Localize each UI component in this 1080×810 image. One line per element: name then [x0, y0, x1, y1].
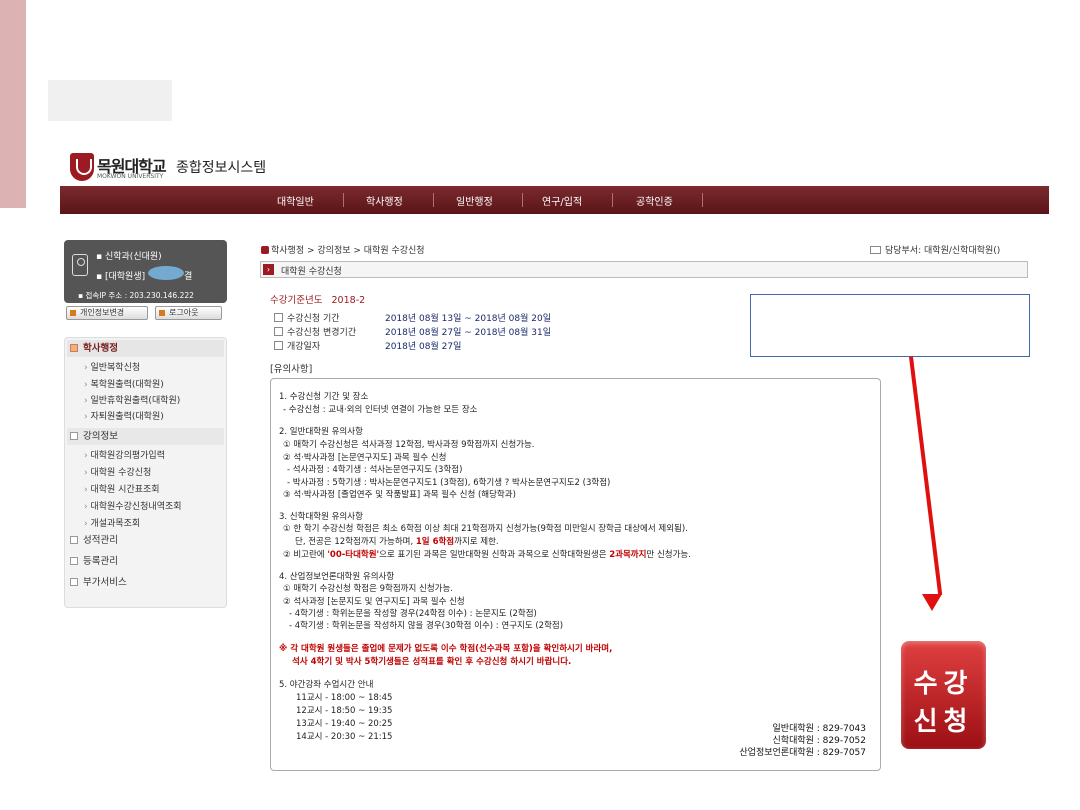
- system-title: 종합정보시스템: [176, 160, 267, 176]
- menu-item[interactable]: 일반휴학원출력(대학원): [84, 393, 180, 406]
- course-registration-button[interactable]: 수강 신청: [901, 641, 986, 749]
- nav-divider: [702, 193, 703, 207]
- ip-address: ▪ 접속IP 주소 : 203.230.146.222: [78, 291, 194, 300]
- contact-line: 산업정보언론대학원 : 829-7057: [739, 748, 866, 758]
- reg-button-line1: 수강: [913, 669, 974, 699]
- document-icon: [274, 313, 283, 322]
- user-role: ▪ [대학원생]: [96, 272, 146, 282]
- menu-item[interactable]: 자퇴원출력(대학원): [84, 409, 163, 422]
- class-time: 13교시 - 19:40 ~ 20:25: [296, 719, 393, 729]
- menu-academic[interactable]: 학사행정: [67, 340, 224, 357]
- logout-button[interactable]: 로그아웃: [155, 306, 222, 320]
- emblem-icon: [70, 153, 94, 181]
- notice-line: ① 매학기 수강신청 학점은 9학점까지 신청가능.: [283, 584, 454, 594]
- menu-extra[interactable]: 부가서비스: [67, 574, 224, 591]
- reference-year: 수강기준년도 2018-2: [270, 295, 366, 306]
- department-info: 담당부서: 대학원/신학대학원(): [870, 243, 1000, 256]
- menu-toggle-icon: [70, 344, 78, 352]
- menu-course-info[interactable]: 강의정보: [67, 428, 224, 445]
- highlight-box: [750, 294, 1030, 357]
- page-title-bar: › 대학원 수강신청: [260, 261, 1028, 278]
- menu-item[interactable]: 일반복학신청: [84, 360, 140, 373]
- gray-placeholder-box: [48, 80, 172, 121]
- home-icon: [261, 246, 269, 254]
- notice-heading: 3. 신학대학원 유의사항: [279, 512, 363, 522]
- user-dept: ▪ 신학과(신대원): [96, 252, 162, 262]
- menu-item[interactable]: 대학원 시간표조회: [84, 482, 159, 495]
- notes-title: [유의사항]: [270, 364, 313, 375]
- notice-line: 단, 전공은 12학점까지 가능하며, 1일 6학점까지로 제한.: [295, 537, 499, 547]
- notice-line: ① 매학기 수강신청은 석사과정 12학점, 박사과정 9학점까지 신청가능.: [283, 440, 535, 450]
- notice-heading: 4. 산업정보언론대학원 유의사항: [279, 572, 395, 582]
- period-row-label: 수강신청 변경기간: [274, 325, 356, 338]
- top-nav-bar: 대학일반 학사행정 일반행정 연구/입적 공학인증: [60, 186, 1049, 214]
- notice-heading: 1. 수강신청 기간 및 장소: [279, 392, 369, 402]
- red-arrow-line: [909, 356, 943, 596]
- chevron-right-icon: ›: [263, 264, 274, 275]
- red-arrow-head-icon: [922, 594, 942, 611]
- menu-toggle-icon: [70, 578, 78, 586]
- nav-engineering[interactable]: 공학인증: [636, 193, 673, 208]
- document-icon: [274, 341, 283, 350]
- menu-grades[interactable]: 성적관리: [67, 532, 224, 549]
- period-row-value: 2018년 08월 27일 ~ 2018년 08월 31일: [385, 328, 552, 338]
- notice-line: ③ 석·박사과정 [졸업연주 및 작품발표] 과목 필수 신청 (해당학과): [283, 490, 516, 500]
- notice-line: - 4학기생 : 학위논문을 작성할 경우(24학점 이수) : 논문지도 (2…: [289, 609, 537, 619]
- menu-toggle-icon: [70, 557, 78, 565]
- nav-general[interactable]: 대학일반: [277, 193, 314, 208]
- nav-divider: [522, 193, 523, 207]
- user-avatar-icon: [72, 254, 88, 276]
- nav-divider: [612, 193, 613, 207]
- warning-line: 석사 4학기 및 박사 5학기생들은 성적표를 확인 후 수강신청 하시기 바랍…: [292, 657, 572, 667]
- nav-academic[interactable]: 학사행정: [366, 193, 403, 208]
- nav-divider: [343, 193, 344, 207]
- period-row-label: 개강일자: [274, 339, 320, 352]
- university-logo[interactable]: 목원대학교 MOKWON UNIVERSITY: [70, 151, 182, 185]
- notice-line: - 석사과정 : 4학기생 : 석사논문연구지도 (3학점): [287, 465, 463, 475]
- notice-line: - 수강신청 : 교내·외의 인터넷 연결이 가능한 모든 장소: [283, 405, 478, 415]
- profile-edit-button[interactable]: 개인정보변경: [66, 306, 148, 320]
- menu-item[interactable]: 복학원출력(대학원): [84, 377, 163, 390]
- nav-admin[interactable]: 일반행정: [456, 193, 493, 208]
- class-time: 14교시 - 20:30 ~ 21:15: [296, 732, 393, 742]
- user-name-suffix: 결: [184, 272, 193, 282]
- user-info-box: ▪ 신학과(신대원) ▪ [대학원생] 결 ▪ 접속IP 주소 : 203.23…: [64, 240, 227, 303]
- period-row-value: 2018년 08월 27일: [385, 342, 462, 352]
- notice-heading: 2. 일반대학원 유의사항: [279, 427, 363, 437]
- notice-heading: 5. 야간강좌 수업시간 안내: [279, 680, 374, 690]
- notice-line: ① 한 학기 수강신청 학점은 최소 6학점 이상 최대 21학점까지 신청가능…: [283, 524, 688, 534]
- period-row-value: 2018년 08월 13일 ~ 2018년 08월 20일: [385, 314, 552, 324]
- document-icon: [274, 327, 283, 336]
- redacted-name-blur: [148, 266, 184, 280]
- nav-divider: [433, 193, 434, 207]
- page-title: 대학원 수강신청: [281, 267, 342, 277]
- menu-item[interactable]: 대학원 수강신청: [84, 465, 151, 478]
- notice-line: - 4학기생 : 학위논문을 작성하지 않을 경우(30학점 이수) : 연구지…: [289, 621, 564, 631]
- reg-button-line2: 신청: [913, 707, 974, 737]
- notice-line: - 박사과정 : 5학기생 : 박사논문연구지도1 (3학점), 6학기생 ? …: [287, 478, 611, 488]
- notice-line: ② 비고란에 '00-타대학원'으로 표기된 과목은 일반대학원 신학과 과목으…: [283, 550, 691, 560]
- department-icon: [870, 246, 881, 254]
- breadcrumb: 학사행정 > 강의정보 > 대학원 수강신청: [261, 243, 425, 256]
- notice-line: ② 석사과정 [논문지도 및 연구지도] 과목 필수 신청: [283, 597, 465, 607]
- menu-item[interactable]: 개설과목조회: [84, 516, 140, 529]
- nav-research[interactable]: 연구/입적: [542, 193, 582, 208]
- side-accent-bar: [0, 0, 26, 208]
- menu-item[interactable]: 대학원강의평가입력: [84, 448, 165, 461]
- class-time: 11교시 - 18:00 ~ 18:45: [296, 693, 393, 703]
- menu-item[interactable]: 대학원수강신청내역조회: [84, 499, 181, 512]
- menu-toggle-icon: [70, 536, 78, 544]
- class-time: 12교시 - 18:50 ~ 19:35: [296, 706, 393, 716]
- menu-toggle-icon: [70, 432, 78, 440]
- notice-line: ② 석·박사과정 [논문연구지도] 과목 필수 신청: [283, 453, 447, 463]
- warning-line: ※ 각 대학원 원생들은 졸업에 문제가 없도록 이수 학점(선수과목 포함)을…: [279, 644, 613, 654]
- period-row-label: 수강신청 기간: [274, 311, 340, 324]
- menu-registration[interactable]: 등록관리: [67, 553, 224, 570]
- logo-english: MOKWON UNIVERSITY: [97, 173, 164, 180]
